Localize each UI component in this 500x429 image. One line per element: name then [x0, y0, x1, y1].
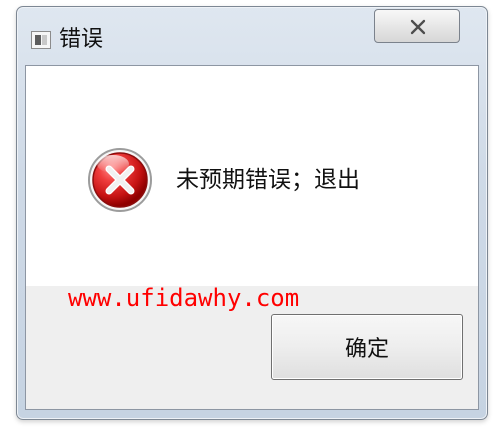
watermark-text: www.ufidawhy.com — [68, 284, 300, 312]
error-message: 未预期错误；退出 — [176, 167, 360, 193]
ok-button-label: 确定 — [344, 337, 389, 362]
dialog-content: 未预期错误；退出 www.ufidawhy.com 确定 — [25, 65, 479, 410]
close-icon — [375, 10, 461, 44]
ok-button[interactable]: 确定 — [271, 314, 463, 380]
error-icon — [84, 144, 156, 216]
message-area: 未预期错误；退出 — [26, 66, 478, 286]
error-dialog-window: 错误 未预期错误；退出 www.ufidawhy.com 确定 — [16, 6, 488, 420]
title-bar[interactable]: 错误 — [17, 7, 487, 65]
app-icon — [31, 31, 51, 49]
close-button[interactable] — [374, 9, 460, 43]
window-title: 错误 — [59, 27, 104, 52]
